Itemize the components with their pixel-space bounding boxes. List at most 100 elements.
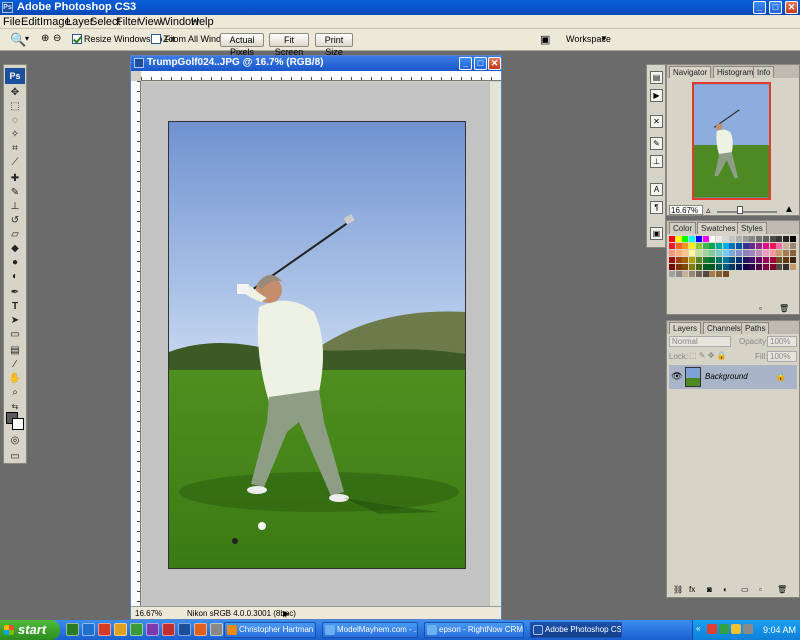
chevron-down-icon[interactable]: ▾	[25, 34, 29, 43]
color-swatch[interactable]	[702, 264, 709, 270]
color-swatch[interactable]	[749, 236, 756, 242]
task-epson-crm[interactable]: epson - RightNow CRM	[424, 622, 524, 638]
print-size-button[interactable]: Print Size	[315, 33, 353, 57]
color-swatch[interactable]	[669, 257, 675, 263]
fill-field[interactable]: 100%	[767, 351, 797, 362]
color-swatch[interactable]	[756, 250, 763, 256]
color-swatch[interactable]	[742, 264, 749, 270]
color-swatch[interactable]	[769, 243, 776, 249]
color-swatch[interactable]	[715, 243, 722, 249]
blur-tool-icon[interactable]: ●	[8, 257, 22, 269]
healing-brush-tool-icon[interactable]: ✚	[8, 173, 22, 185]
color-swatch[interactable]	[669, 236, 675, 242]
color-swatch[interactable]	[762, 250, 769, 256]
color-swatch[interactable]	[762, 264, 769, 270]
path-selection-tool-icon[interactable]: ➤	[8, 315, 22, 327]
menu-help[interactable]: Help	[191, 16, 214, 28]
task-photoshop[interactable]: Adobe Photoshop CS3	[530, 622, 622, 638]
color-swatch[interactable]	[669, 243, 675, 249]
tab-navigator[interactable]: Navigator	[669, 66, 712, 78]
color-swatch[interactable]	[789, 257, 796, 263]
actions-panel-icon[interactable]: ▶	[650, 89, 663, 102]
color-swatch[interactable]	[736, 243, 742, 249]
color-swatch[interactable]	[675, 264, 682, 270]
color-swatch[interactable]	[749, 243, 756, 249]
zoom-in-icon[interactable]: ⊕	[41, 33, 49, 44]
doc-maximize-button[interactable]: □	[474, 57, 487, 70]
zoom-out-small-icon[interactable]: ▵	[706, 205, 711, 216]
color-swatch[interactable]	[702, 236, 709, 242]
background-color-swatch[interactable]	[12, 418, 24, 430]
hand-tool-icon[interactable]: ✋	[8, 373, 22, 385]
color-swatch[interactable]	[675, 257, 682, 263]
color-swatch[interactable]	[769, 236, 776, 242]
color-swatch[interactable]	[669, 250, 675, 256]
tool-presets-icon[interactable]: ✕	[650, 115, 663, 128]
color-swatch[interactable]	[769, 250, 776, 256]
color-swatch[interactable]	[722, 250, 729, 256]
color-swatch[interactable]	[749, 257, 756, 263]
menu-view[interactable]: View	[138, 16, 162, 28]
color-swatch[interactable]	[682, 271, 689, 277]
color-swatch[interactable]	[742, 236, 749, 242]
dodge-tool-icon[interactable]: ◐	[8, 271, 22, 283]
color-swatch[interactable]	[715, 257, 722, 263]
task-christopher-hartman[interactable]: Christopher Hartman ...	[224, 622, 316, 638]
color-swatch[interactable]	[722, 271, 729, 277]
color-swatch[interactable]	[729, 257, 736, 263]
color-swatch[interactable]	[689, 236, 696, 242]
tab-channels[interactable]: Channels	[703, 322, 745, 334]
clone-stamp-tool-icon[interactable]: ⊥	[8, 201, 22, 213]
vertical-ruler[interactable]	[131, 81, 141, 606]
color-swatch[interactable]	[789, 236, 796, 242]
quicklaunch-tool-icon[interactable]	[146, 623, 159, 636]
color-swatch[interactable]	[729, 236, 736, 242]
doc-close-button[interactable]: ✕	[488, 57, 501, 70]
color-swatch[interactable]	[789, 264, 796, 270]
canvas-area[interactable]	[142, 82, 501, 606]
character-panel-icon[interactable]: A	[650, 183, 663, 196]
color-swatch[interactable]	[782, 257, 789, 263]
zoom-level[interactable]: 16.67%	[135, 609, 162, 618]
clone-source-icon[interactable]: ⊥	[650, 155, 663, 168]
color-swatch[interactable]	[762, 243, 769, 249]
color-swatch[interactable]	[769, 264, 776, 270]
color-swatch[interactable]	[736, 250, 742, 256]
layer-style-icon[interactable]: fx	[689, 585, 695, 594]
color-swatch[interactable]	[682, 257, 689, 263]
color-swatch[interactable]	[742, 250, 749, 256]
menu-filter[interactable]: Filter	[116, 16, 140, 28]
new-layer-icon[interactable]: ▫	[759, 585, 762, 594]
color-swatch[interactable]	[702, 243, 709, 249]
color-swatch[interactable]	[776, 236, 783, 242]
resize-windows-checkbox[interactable]	[72, 34, 82, 44]
delete-swatch-icon[interactable]: 🗑	[779, 304, 789, 313]
color-swatch[interactable]	[715, 264, 722, 270]
color-swatch[interactable]	[715, 250, 722, 256]
paint-bucket-tool-icon[interactable]: ◆	[8, 243, 22, 255]
color-swatch[interactable]	[689, 250, 696, 256]
menu-edit[interactable]: Edit	[21, 16, 40, 28]
color-swatch[interactable]	[695, 236, 702, 242]
brushes-panel-icon[interactable]: ✎	[650, 137, 663, 150]
tray-security-icon[interactable]	[707, 624, 717, 634]
zoom-all-checkbox[interactable]	[151, 34, 161, 44]
quicklaunch-pdf-icon[interactable]	[162, 623, 175, 636]
history-panel-icon[interactable]: ▤	[650, 71, 663, 84]
color-swatch[interactable]	[782, 264, 789, 270]
tab-paths[interactable]: Paths	[741, 322, 770, 334]
slice-tool-icon[interactable]: ⟋	[8, 157, 22, 169]
link-layers-icon[interactable]: ⛓	[673, 585, 683, 594]
color-swatch[interactable]	[756, 243, 763, 249]
color-swatch[interactable]	[722, 236, 729, 242]
color-swatch[interactable]	[695, 250, 702, 256]
color-swatch[interactable]	[736, 236, 742, 242]
palette-well-icon[interactable]: ▣	[540, 33, 550, 46]
zoom-tool-icon[interactable]: ⌕	[8, 387, 22, 399]
color-swatch[interactable]	[715, 236, 722, 242]
history-brush-tool-icon[interactable]: ↺	[8, 215, 22, 227]
lasso-tool-icon[interactable]: ◌	[8, 115, 22, 127]
quicklaunch-media-icon[interactable]	[130, 623, 143, 636]
color-swatch[interactable]	[695, 264, 702, 270]
move-tool-icon[interactable]: ✥	[8, 87, 22, 99]
